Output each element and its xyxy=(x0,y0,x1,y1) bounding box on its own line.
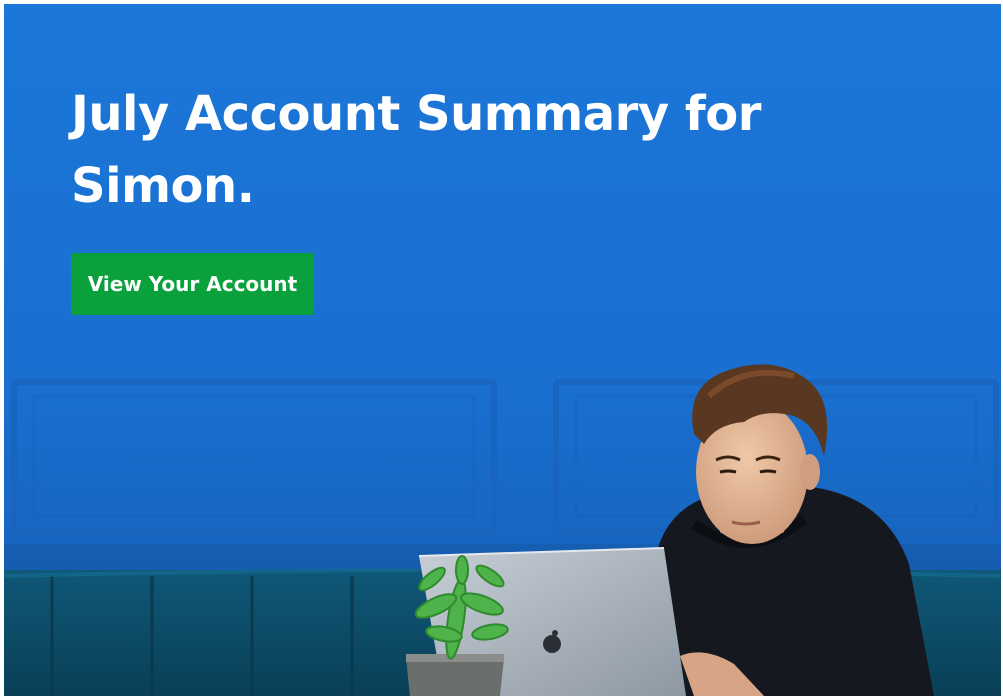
hero-banner: July Account Summary for Simon. View You… xyxy=(4,4,1001,696)
view-account-button[interactable]: View Your Account xyxy=(71,253,314,315)
page-title: July Account Summary for Simon. xyxy=(71,86,761,214)
email-frame: July Account Summary for Simon. View You… xyxy=(0,0,1003,696)
